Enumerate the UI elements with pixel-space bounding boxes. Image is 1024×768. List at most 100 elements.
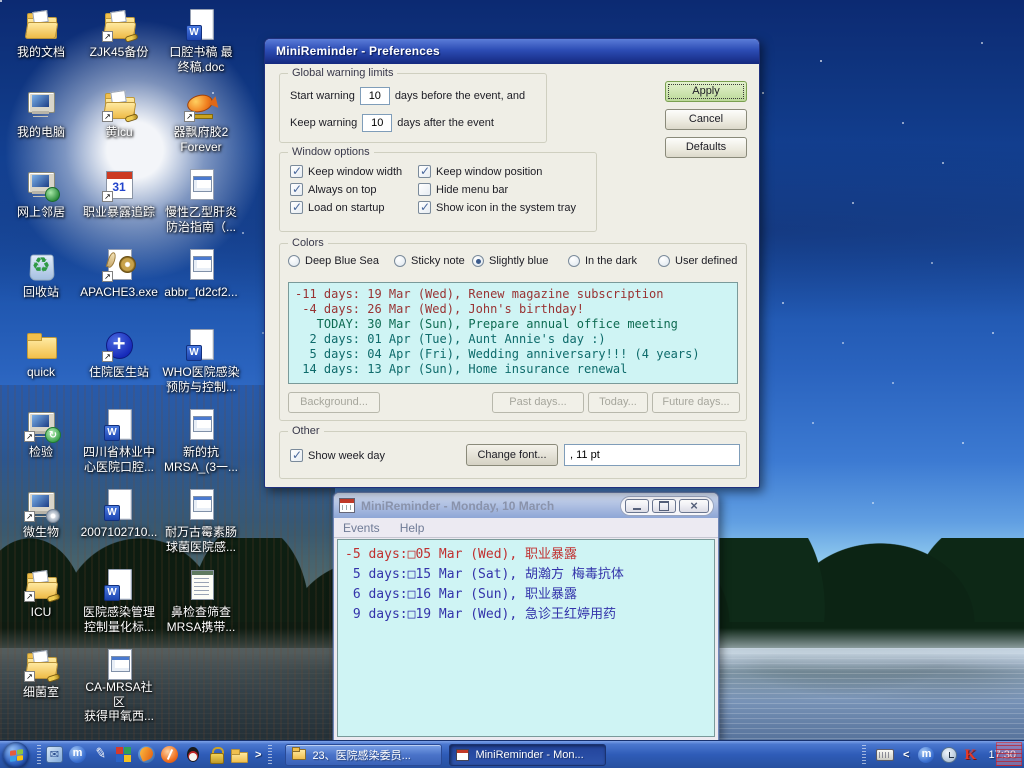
desktop-icon-apache3-exe[interactable]: APACHE3.exe — [80, 244, 158, 324]
apache-app-icon — [102, 248, 136, 282]
taskbar-button-minireminder[interactable]: MiniReminder - Mon... — [449, 744, 606, 766]
checkbox-hide-menu-bar[interactable]: Hide menu bar — [418, 183, 508, 196]
cancel-button[interactable]: Cancel — [665, 109, 747, 130]
desktop-icon-label: 慢性乙型肝炎 防治指南（... — [165, 205, 237, 234]
radio-user-defined[interactable]: User defined — [658, 255, 737, 267]
checkbox-keep-window-position[interactable]: Keep window position — [418, 165, 542, 178]
desktop-icon-nasal-screen-doc[interactable]: 鼻检查筛查 MRSA携带... — [158, 564, 244, 644]
desktop-icon-recycle-bin[interactable]: 回收站 — [2, 244, 80, 324]
desktop-icon-hepatitis-guide[interactable]: 慢性乙型肝炎 防治指南（... — [158, 164, 244, 244]
color-scheme-preview: -11 days: 19 Mar (Wed), Renew magazine s… — [288, 282, 738, 384]
document-icon — [184, 408, 218, 442]
flashget-icon[interactable] — [161, 746, 178, 763]
folder-open-icon — [24, 8, 58, 42]
folder-icon — [24, 328, 58, 362]
qq-messenger-icon[interactable] — [184, 746, 201, 763]
minireminder-title-bar[interactable]: MiniReminder - Monday, 10 March — [334, 493, 718, 518]
mail-icon[interactable] — [46, 746, 63, 763]
checkbox-icon — [290, 183, 303, 196]
maxthon-browser-icon[interactable] — [69, 746, 86, 763]
desktop-icon-vre-doc[interactable]: 耐万古霉素肠 球菌医院感... — [158, 484, 244, 564]
desktop-icon-forever-app[interactable]: 器飘府胶2 Forever — [158, 84, 244, 164]
document-icon — [184, 168, 218, 202]
change-font-button[interactable]: Change font... — [466, 444, 558, 466]
shortcut-arrow-icon — [102, 111, 113, 122]
preferences-title-bar[interactable]: MiniReminder - Preferences — [265, 39, 759, 64]
input-method-keyboard-icon[interactable] — [876, 749, 894, 761]
radio-icon — [472, 255, 484, 267]
minimize-button[interactable] — [625, 499, 649, 513]
folder-icon[interactable] — [230, 746, 247, 763]
maxthon-tray-icon[interactable] — [918, 747, 934, 763]
apply-button[interactable]: Apply — [665, 81, 747, 102]
kingsoft-tray-icon[interactable] — [964, 746, 978, 764]
desktop-icon-who-doc[interactable]: WHO医院感染 预防与控制... — [158, 324, 244, 404]
taskbar-button-folder-window[interactable]: 23、医院感染委员... — [285, 744, 442, 766]
menu-help[interactable]: Help — [400, 521, 425, 535]
desktop-icon-huang-icu[interactable]: 黄icu — [80, 84, 158, 164]
task-buttons: 23、医院感染委员... MiniReminder - Mon... — [285, 744, 606, 766]
window-options-group: Window options Keep window width Always … — [279, 152, 597, 232]
radio-deep-blue-sea[interactable]: Deep Blue Sea — [288, 255, 379, 267]
checkbox-keep-window-width[interactable]: Keep window width — [290, 165, 402, 178]
desktop-icon-oral-manuscript-doc[interactable]: 口腔书稿 最 终稿.doc — [158, 4, 244, 84]
shortcut-arrow-icon — [24, 511, 35, 522]
checkbox-show-week-day[interactable]: Show week day — [290, 449, 385, 462]
taskbar: > 23、医院感染委员... MiniReminder - Mon... < 1… — [0, 740, 1024, 768]
desktop-icon-quick-folder[interactable]: quick — [2, 324, 80, 404]
desktop-icon-network-places[interactable]: 网上邻居 — [2, 164, 80, 244]
desktop-icon-abbr-file[interactable]: abbr_fd2cf2... — [158, 244, 244, 324]
desktop-icon-label: 耐万古霉素肠 球菌医院感... — [165, 525, 237, 554]
desktop-icon-ca-mrsa-doc[interactable]: CA-MRSA社区 获得甲氧西... — [80, 644, 158, 724]
menu-events[interactable]: Events — [343, 521, 380, 535]
tray-chevron-icon[interactable]: < — [901, 749, 911, 761]
quicklaunch-overflow-chevron[interactable]: > — [253, 749, 263, 761]
preview-line: -11 days: 19 Mar (Wed), Renew magazine s… — [295, 287, 663, 301]
desktop-icon-doc-2007[interactable]: 2007102710... — [80, 484, 158, 564]
checkbox-label: Hide menu bar — [436, 184, 508, 196]
keep-warning-input[interactable] — [362, 114, 392, 132]
checkbox-icon — [290, 449, 303, 462]
media-player-icon[interactable] — [115, 746, 132, 763]
desktop-icon-zjk45-backup[interactable]: ZJK45备份 — [80, 4, 158, 84]
desktop-icon-icu-folder[interactable]: ICU — [2, 564, 80, 644]
checkbox-always-on-top[interactable]: Always on top — [290, 183, 376, 196]
checkbox-label: Load on startup — [308, 202, 384, 214]
start-button[interactable] — [3, 742, 29, 768]
shortcut-arrow-icon — [24, 431, 35, 442]
firefox-icon[interactable] — [138, 746, 155, 763]
desktop-icon-new-anti-mrsa[interactable]: 新的抗 MRSA_(3一... — [158, 404, 244, 484]
maximize-button[interactable] — [652, 499, 676, 513]
desktop-icon-microbiology[interactable]: 微生物 — [2, 484, 80, 564]
desktop-icon-label: 器飘府胶2 Forever — [174, 125, 229, 154]
checkbox-icon — [290, 201, 303, 214]
font-value-field[interactable] — [564, 444, 740, 466]
desktop-icon-label: 网上邻居 — [17, 205, 65, 220]
radio-in-the-dark[interactable]: In the dark — [568, 255, 637, 267]
defaults-button[interactable]: Defaults — [665, 137, 747, 158]
pen-icon[interactable] — [92, 746, 109, 763]
preview-line: 5 days: 04 Apr (Fri), Wedding anniversar… — [295, 347, 700, 361]
lock-icon[interactable] — [207, 746, 224, 763]
reminder-line: 9 days:□19 Mar (Wed), 急诊王红婷用药 — [345, 607, 616, 622]
desktop-icon-lab-test[interactable]: 检验 — [2, 404, 80, 484]
radio-slightly-blue[interactable]: Slightly blue — [472, 255, 548, 267]
desktop-icon-bacteriology-room[interactable]: 细菌室 — [2, 644, 80, 724]
desktop-icon-sichuan-doc[interactable]: 四川省林业中 心医院口腔... — [80, 404, 158, 484]
desktop-icon-my-documents[interactable]: 我的文档 — [2, 4, 80, 84]
word-document-icon — [102, 568, 136, 602]
radio-sticky-note[interactable]: Sticky note — [394, 255, 465, 267]
checkbox-load-on-startup[interactable]: Load on startup — [290, 201, 384, 214]
desktop-icon-infection-mgmt-doc[interactable]: 医院感染管理 控制量化标... — [80, 564, 158, 644]
close-button[interactable] — [679, 499, 709, 513]
desktop-icon-exposure-tracking[interactable]: 职业暴露追踪 — [80, 164, 158, 244]
computer-sync-icon — [24, 408, 58, 442]
taskbar-clock[interactable]: 17:30 — [985, 749, 1019, 761]
shortcut-arrow-icon — [102, 31, 113, 42]
desktop-icon-inpatient-doctor-station[interactable]: 住院医生站 — [80, 324, 158, 404]
desktop-icon-my-computer[interactable]: 我的电脑 — [2, 84, 80, 164]
radio-label: Sticky note — [411, 255, 465, 267]
start-warning-input[interactable] — [360, 87, 390, 105]
checkbox-show-tray-icon[interactable]: Show icon in the system tray — [418, 201, 576, 214]
clock-sync-tray-icon[interactable] — [941, 747, 957, 763]
